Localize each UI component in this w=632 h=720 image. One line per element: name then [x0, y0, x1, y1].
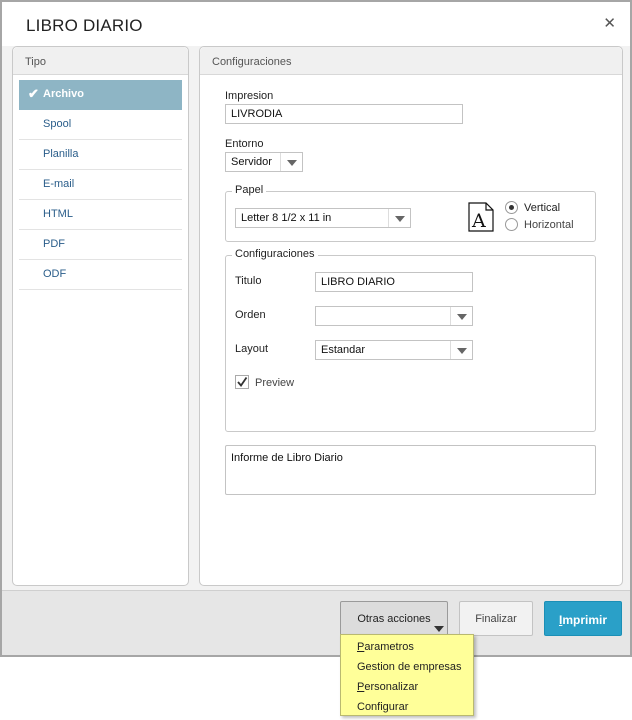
impresion-label: Impresion	[225, 90, 274, 102]
dialog-titlebar: LIBRO DIARIO ✕	[2, 2, 630, 46]
dialog-title: LIBRO DIARIO	[26, 16, 143, 35]
otras-acciones-menu: Parametros Gestion de empresas Personali…	[340, 634, 474, 716]
svg-text:A: A	[471, 210, 486, 232]
preview-label: Preview	[255, 377, 295, 389]
tipo-item-label: PDF	[43, 238, 65, 250]
tipo-item-spool[interactable]: Spool	[19, 110, 182, 140]
tipo-item-pdf[interactable]: PDF	[19, 230, 182, 260]
titulo-label: Titulo	[235, 275, 262, 287]
tipo-item-planilla[interactable]: Planilla	[19, 140, 182, 170]
menu-item-label: ersonalizar	[364, 681, 419, 693]
tipo-item-label: E-mail	[43, 178, 75, 190]
tipo-item-archivo[interactable]: ✔ Archivo	[19, 80, 182, 110]
papel-legend: Papel	[232, 184, 267, 196]
imprimir-label: mprimir	[562, 613, 608, 627]
tipo-item-email[interactable]: E-mail	[19, 170, 182, 200]
tipo-item-label: Spool	[43, 118, 72, 130]
paper-size-select[interactable]: Letter 8 1/2 x 11 in	[235, 208, 411, 228]
tipo-item-label: Planilla	[43, 148, 79, 160]
vertical-radio[interactable]	[505, 201, 518, 214]
chevron-down-icon	[450, 341, 472, 359]
chevron-down-icon	[434, 626, 444, 632]
orden-select[interactable]	[315, 306, 473, 326]
tipo-item-label: ODF	[43, 268, 67, 280]
menu-item-parametros[interactable]: Parametros	[357, 641, 414, 653]
description-field[interactable]: Informe de Libro Diario	[225, 445, 596, 495]
entorno-select[interactable]: Servidor	[225, 152, 303, 172]
imprimir-button[interactable]: Imprimir	[544, 601, 622, 636]
tipo-list: ✔ Archivo Spool Planilla E-mail HTML PDF …	[13, 75, 188, 290]
horizontal-label: Horizontal	[524, 219, 574, 231]
paper-size-value: Letter 8 1/2 x 11 in	[241, 212, 332, 224]
menu-item-label: Configurar	[357, 701, 409, 713]
papel-group: Papel Letter 8 1/2 x 11 in A Vertical Ho…	[225, 184, 596, 242]
tipo-panel: Tipo ✔ Archivo Spool Planilla E-mail HTML…	[12, 46, 189, 586]
chevron-down-icon	[450, 307, 472, 325]
entorno-label: Entorno	[225, 138, 264, 150]
configuraciones-group: Configuraciones Titulo LIBRO DIARIO Orde…	[225, 248, 596, 432]
tipo-item-odf[interactable]: ODF	[19, 260, 182, 290]
tipo-header: Tipo	[13, 47, 188, 75]
entorno-value: Servidor	[231, 156, 272, 168]
configuraciones-legend: Configuraciones	[232, 248, 318, 260]
menu-item-personalizar[interactable]: Personalizar	[357, 681, 418, 693]
horizontal-radio[interactable]	[505, 218, 518, 231]
otras-acciones-label: Otras acciones	[357, 613, 431, 625]
chevron-down-icon	[280, 153, 302, 171]
titulo-field[interactable]: LIBRO DIARIO	[315, 272, 473, 292]
layout-select[interactable]: Estandar	[315, 340, 473, 360]
libro-diario-dialog: LIBRO DIARIO ✕ Tipo ✔ Archivo Spool Plani…	[0, 0, 632, 657]
impresion-field[interactable]: LIVRODIA	[225, 104, 463, 124]
tipo-item-label: HTML	[43, 208, 73, 220]
menu-item-configurar[interactable]: Configurar	[357, 701, 408, 713]
chevron-down-icon	[388, 209, 410, 227]
check-icon: ✔	[28, 86, 39, 101]
close-icon[interactable]: ✕	[603, 14, 616, 32]
orden-label: Orden	[235, 309, 266, 321]
configuraciones-header: Configuraciones	[200, 47, 622, 75]
menu-item-label: Gestion de empresas	[357, 661, 462, 673]
menu-item-gestion-empresas[interactable]: Gestion de empresas	[357, 661, 462, 673]
dialog-footer: Otras acciones Finalizar Imprimir	[2, 590, 630, 655]
finalizar-button[interactable]: Finalizar	[459, 601, 533, 636]
vertical-label: Vertical	[524, 202, 561, 214]
layout-label: Layout	[235, 343, 269, 355]
configuraciones-panel: Configuraciones Impresion LIVRODIA Entor…	[199, 46, 623, 586]
menu-item-label: arametros	[364, 641, 414, 653]
layout-value: Estandar	[321, 344, 366, 356]
tipo-item-html[interactable]: HTML	[19, 200, 182, 230]
portrait-page-icon: A	[468, 202, 494, 232]
preview-checkbox[interactable]	[235, 375, 249, 389]
otras-acciones-button[interactable]: Otras acciones	[340, 601, 448, 636]
tipo-item-label: Archivo	[43, 88, 84, 100]
